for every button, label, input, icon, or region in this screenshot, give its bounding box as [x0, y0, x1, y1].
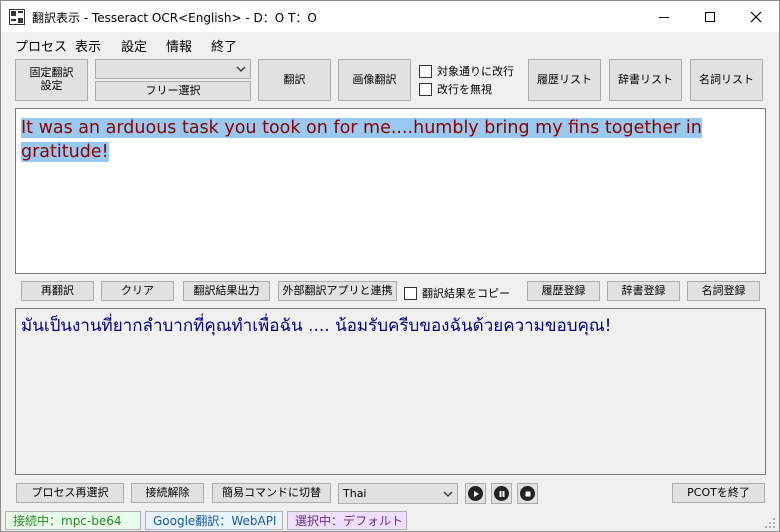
checkbox-label: 対象通りに改行 [437, 65, 514, 78]
ignore-linebreak-checkbox[interactable]: 改行を無視 [419, 81, 492, 97]
disconnect-button[interactable]: 接続解除 [131, 483, 204, 503]
language-value: Thai [343, 487, 367, 500]
free-select-button[interactable]: フリー選択 [95, 81, 251, 101]
chevron-down-icon [443, 491, 453, 497]
status-connected: 接続中：mpc-be64 [5, 511, 141, 530]
translated-text: มันเป็นงานที่ยากลำบากที่คุณทำเพื่อฉัน ..… [21, 316, 612, 336]
stop-icon [520, 486, 535, 501]
source-text-box[interactable]: It was an arduous task you took on for m… [15, 108, 766, 274]
play-button[interactable] [465, 483, 486, 504]
window-title: 翻訳表示 - Tesseract OCR<English> - D：O T：O [32, 11, 317, 25]
menu-info[interactable]: 情報 [166, 36, 192, 55]
quit-button[interactable]: PCOTを終了 [672, 483, 765, 503]
minimize-button[interactable] [641, 1, 687, 32]
checkbox-box[interactable] [404, 286, 417, 300]
app-icon [9, 9, 25, 25]
checkbox-box[interactable] [419, 82, 432, 96]
history-register-button[interactable]: 履歴登録 [527, 281, 600, 301]
source-text-area[interactable]: It was an arduous task you took on for m… [16, 109, 765, 171]
image-translate-button[interactable]: 画像翻訳 [338, 59, 411, 101]
status-google: Google翻訳：WebAPI [145, 511, 283, 530]
resize-grip-icon[interactable] [764, 517, 776, 529]
retranslate-button[interactable]: 再翻訳 [21, 281, 94, 301]
main-window: 翻訳表示 - Tesseract OCR<English> - D：O T：O … [0, 0, 780, 532]
status-selected: 選択中：デフォルト [287, 511, 407, 530]
output-result-button[interactable]: 翻訳結果出力 [183, 281, 270, 301]
noun-register-button[interactable]: 名詞登録 [687, 281, 760, 301]
close-icon [750, 11, 762, 22]
chevron-down-icon [236, 66, 246, 72]
close-button[interactable] [733, 1, 779, 32]
dictionary-register-button[interactable]: 辞書登録 [607, 281, 680, 301]
translation-profile-select[interactable] [95, 59, 251, 79]
maximize-button[interactable] [687, 1, 733, 32]
checkbox-label: 翻訳結果をコピー [422, 287, 510, 300]
target-linebreak-checkbox[interactable]: 対象通りに改行 [419, 63, 514, 79]
language-select[interactable]: Thai [338, 483, 458, 504]
menu-view[interactable]: 表示 [75, 36, 101, 55]
minimize-icon [659, 16, 669, 18]
play-icon [468, 486, 483, 501]
menu-settings[interactable]: 設定 [121, 36, 147, 55]
copy-result-checkbox[interactable]: 翻訳結果をコピー [404, 285, 510, 301]
pause-button[interactable] [491, 483, 512, 504]
checkbox-box[interactable] [419, 64, 432, 78]
simple-command-button[interactable]: 簡易コマンドに切替 [212, 483, 331, 503]
maximize-icon [705, 11, 715, 22]
fixed-translate-settings-button[interactable]: 固定翻訳 設定 [15, 59, 88, 101]
title-bar[interactable]: 翻訳表示 - Tesseract OCR<English> - D：O T：O [1, 1, 779, 32]
pause-icon [494, 486, 509, 501]
history-list-button[interactable]: 履歴リスト [528, 59, 601, 101]
menu-exit[interactable]: 終了 [211, 36, 237, 55]
translate-button[interactable]: 翻訳 [258, 59, 331, 101]
source-text: It was an arduous task you took on for m… [21, 118, 702, 162]
reselect-process-button[interactable]: プロセス再選択 [16, 483, 124, 503]
menu-process[interactable]: プロセス [15, 36, 67, 55]
clear-button[interactable]: クリア [101, 281, 174, 301]
external-app-button[interactable]: 外部翻訳アプリと連携 [278, 281, 397, 301]
menu-bar: プロセス 表示 設定 情報 終了 [1, 32, 779, 55]
translated-text-box[interactable]: มันเป็นงานที่ยากลำบากที่คุณทำเพื่อฉัน ..… [15, 308, 766, 475]
checkbox-label: 改行を無視 [437, 83, 492, 96]
dictionary-list-button[interactable]: 辞書リスト [609, 59, 682, 101]
noun-list-button[interactable]: 名詞リスト [690, 59, 763, 101]
stop-button[interactable] [517, 483, 538, 504]
